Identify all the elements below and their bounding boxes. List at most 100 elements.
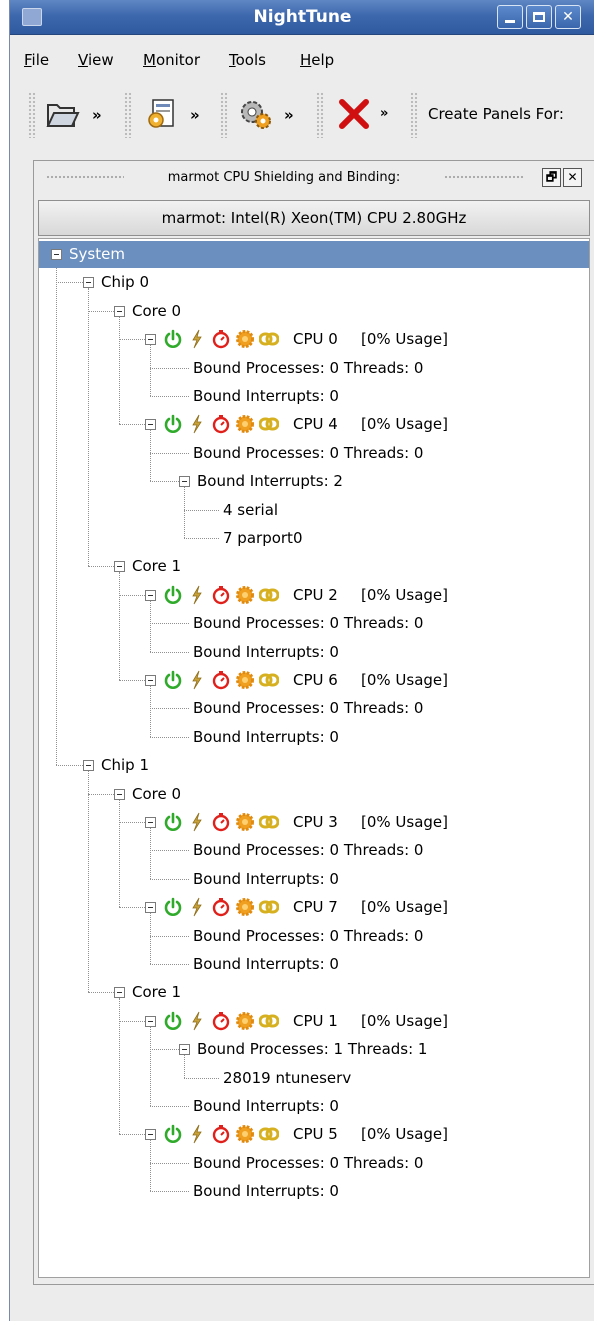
cpu-model-header[interactable]: marmot: Intel(R) Xeon(TM) CPU 2.80GHz (38, 200, 590, 236)
bound-interrupts[interactable]: Bound Interrupts: 0 (193, 951, 339, 977)
collapse-toggle[interactable] (145, 1129, 156, 1141)
collapse-toggle[interactable] (145, 817, 156, 828)
cpu-label[interactable]: CPU 4 (293, 411, 338, 437)
toolbar-grip[interactable] (220, 92, 228, 138)
toolbar-chevron[interactable]: » (380, 106, 388, 121)
bound-interrupt-item[interactable]: 7 parport0 (223, 525, 302, 551)
lightning-icon[interactable] (187, 897, 207, 917)
power-icon[interactable] (163, 670, 183, 690)
bound-interrupts[interactable]: Bound Interrupts: 2 (197, 468, 343, 494)
cpu-label[interactable]: CPU 7 (293, 894, 338, 920)
gear-icon[interactable] (235, 329, 255, 349)
stopwatch-icon[interactable] (211, 585, 231, 605)
bound-interrupts[interactable]: Bound Interrupts: 0 (193, 724, 339, 750)
bound-processes[interactable]: Bound Processes: 0 Threads: 0 (193, 923, 423, 949)
tree-root-system[interactable]: System (39, 241, 589, 268)
minimize-button[interactable] (497, 5, 523, 29)
power-icon[interactable] (163, 1124, 183, 1144)
menu-file[interactable]: File (24, 51, 49, 69)
tree-chip[interactable]: Chip 0 (101, 269, 149, 295)
gear-icon[interactable] (235, 585, 255, 605)
stopwatch-icon[interactable] (211, 670, 231, 690)
bound-interrupts[interactable]: Bound Interrupts: 0 (193, 866, 339, 892)
menu-view[interactable]: View (78, 51, 114, 69)
cpu-label[interactable]: CPU 3 (293, 809, 338, 835)
collapse-toggle[interactable] (145, 675, 156, 686)
title-bar[interactable]: NightTune ✕ (10, 0, 594, 35)
menu-tools[interactable]: Tools (229, 51, 266, 69)
toolbar-grip[interactable] (28, 92, 36, 138)
stopwatch-icon[interactable] (211, 1011, 231, 1031)
bound-processes[interactable]: Bound Processes: 0 Threads: 0 (193, 1150, 423, 1176)
bound-processes[interactable]: Bound Processes: 0 Threads: 0 (193, 355, 423, 381)
lightning-icon[interactable] (187, 670, 207, 690)
bound-interrupts[interactable]: Bound Interrupts: 0 (193, 1093, 339, 1119)
float-panel-button[interactable]: 🗗 (542, 168, 561, 187)
link-icon[interactable] (258, 812, 280, 832)
panel-title-bar[interactable]: marmot CPU Shielding and Binding: 🗗 ✕ (34, 161, 594, 193)
toolbar-chevron[interactable]: » (284, 106, 294, 124)
toolbar-grip[interactable] (410, 92, 418, 138)
toolbar-grip[interactable] (124, 92, 132, 138)
lightning-icon[interactable] (187, 414, 207, 434)
load-config-icon[interactable] (144, 96, 180, 132)
power-icon[interactable] (163, 585, 183, 605)
lightning-icon[interactable] (187, 1124, 207, 1144)
power-icon[interactable] (163, 329, 183, 349)
lightning-icon[interactable] (187, 585, 207, 605)
delete-x-icon[interactable] (336, 96, 372, 132)
collapse-toggle[interactable] (114, 987, 125, 999)
stopwatch-icon[interactable] (211, 414, 231, 434)
cpu-label[interactable]: CPU 2 (293, 582, 338, 608)
bound-interrupt-item[interactable]: 4 serial (223, 497, 278, 523)
link-icon[interactable] (258, 670, 280, 690)
link-icon[interactable] (258, 897, 280, 917)
power-icon[interactable] (163, 897, 183, 917)
toolbar-chevron[interactable]: » (190, 106, 200, 124)
gear-icon[interactable] (235, 1011, 255, 1031)
cpu-label[interactable]: CPU 5 (293, 1121, 338, 1147)
tree-core[interactable]: Core 0 (132, 781, 181, 807)
bound-interrupts[interactable]: Bound Interrupts: 0 (193, 1178, 339, 1204)
gear-icon[interactable] (235, 670, 255, 690)
collapse-toggle[interactable] (145, 334, 156, 346)
gear-icon[interactable] (235, 812, 255, 832)
gear-icon[interactable] (235, 414, 255, 434)
collapse-toggle[interactable] (83, 277, 94, 289)
collapse-toggle[interactable] (145, 902, 156, 914)
bound-interrupts[interactable]: Bound Interrupts: 0 (193, 639, 339, 665)
bound-interrupts[interactable]: Bound Interrupts: 0 (193, 383, 339, 409)
gears-icon[interactable] (238, 96, 274, 132)
bound-processes[interactable]: Bound Processes: 0 Threads: 0 (193, 610, 423, 636)
cpu-label[interactable]: CPU 0 (293, 326, 338, 352)
collapse-toggle[interactable] (179, 476, 190, 488)
stopwatch-icon[interactable] (211, 897, 231, 917)
tree-core[interactable]: Core 1 (132, 979, 181, 1005)
link-icon[interactable] (258, 585, 280, 605)
maximize-button[interactable] (526, 5, 552, 29)
link-icon[interactable] (258, 1011, 280, 1031)
collapse-toggle[interactable] (114, 788, 125, 800)
collapse-toggle[interactable] (145, 589, 156, 601)
bound-processes[interactable]: Bound Processes: 0 Threads: 0 (193, 440, 423, 466)
cpu-label[interactable]: CPU 1 (293, 1008, 338, 1034)
cpu-label[interactable]: CPU 6 (293, 667, 338, 693)
stopwatch-icon[interactable] (211, 329, 231, 349)
link-icon[interactable] (258, 1124, 280, 1144)
menu-help[interactable]: Help (300, 51, 334, 69)
menu-monitor[interactable]: Monitor (143, 51, 200, 69)
lightning-icon[interactable] (187, 329, 207, 349)
stopwatch-icon[interactable] (211, 812, 231, 832)
close-panel-button[interactable]: ✕ (563, 168, 582, 187)
collapse-toggle[interactable] (83, 760, 94, 772)
lightning-icon[interactable] (187, 812, 207, 832)
collapse-toggle[interactable] (114, 561, 125, 573)
link-icon[interactable] (258, 329, 280, 349)
tree-core[interactable]: Core 0 (132, 298, 181, 324)
collapse-toggle[interactable] (51, 249, 62, 260)
link-icon[interactable] (258, 414, 280, 434)
collapse-toggle[interactable] (145, 1015, 156, 1027)
stopwatch-icon[interactable] (211, 1124, 231, 1144)
collapse-toggle[interactable] (145, 419, 156, 431)
gear-icon[interactable] (235, 1124, 255, 1144)
